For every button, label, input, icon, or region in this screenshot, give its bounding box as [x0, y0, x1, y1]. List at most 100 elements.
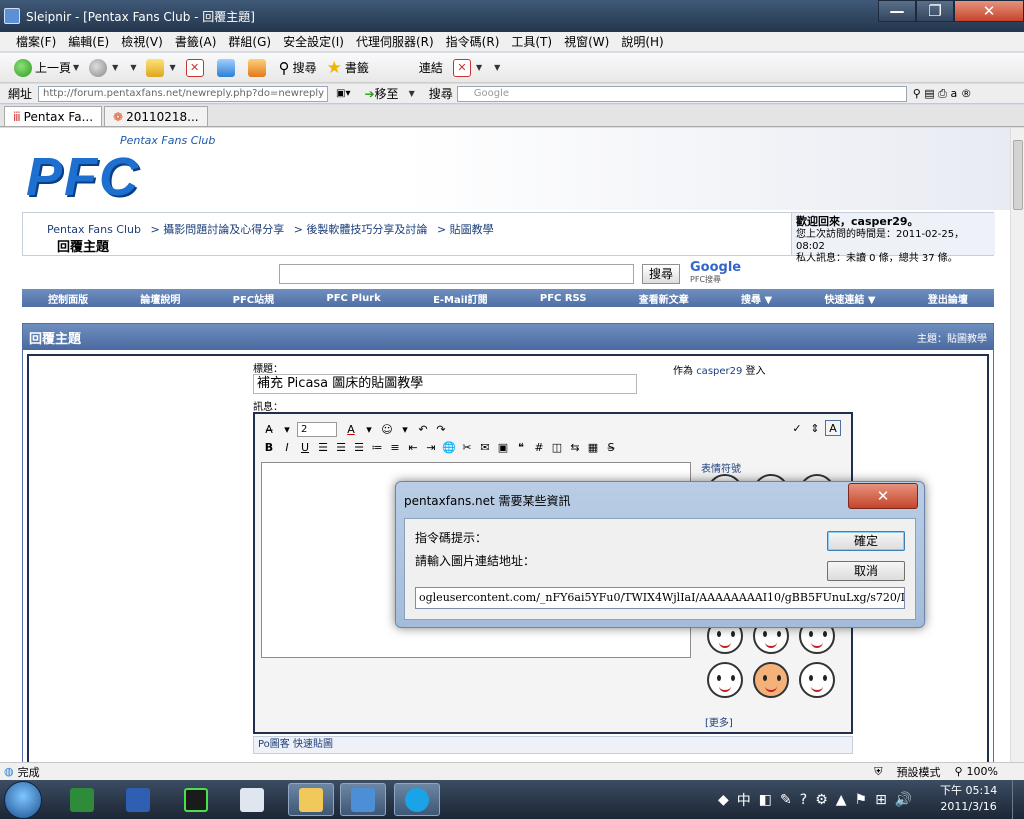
nav-search[interactable]: 搜尋 ▼	[741, 291, 772, 306]
insert-link-icon[interactable]: 🌐	[441, 439, 457, 455]
nav-new-posts[interactable]: 查看新文章	[639, 291, 689, 306]
nav-plurk[interactable]: PFC Plurk	[326, 293, 380, 304]
menu-file[interactable]: 檔案(F)	[16, 33, 56, 50]
go-button[interactable]: 移至	[375, 85, 399, 102]
new-page-button[interactable]: ▼	[0, 63, 1010, 815]
strike-icon[interactable]: S̶	[603, 439, 619, 455]
unordered-list-icon[interactable]: ≡	[387, 439, 403, 455]
dropdown-caret-icon[interactable]: ▼	[112, 63, 118, 72]
start-button[interactable]	[4, 781, 42, 819]
redo-icon[interactable]: ↷	[433, 421, 449, 437]
switch-mode-icon[interactable]: A	[825, 420, 841, 436]
nav-control-panel[interactable]: 控制面版	[48, 291, 88, 306]
dialog-close-button[interactable]: ✕	[848, 483, 918, 509]
dropdown-caret-icon[interactable]: ▼	[409, 89, 415, 98]
dropdown-caret-icon[interactable]: ▼	[73, 63, 79, 72]
username-link[interactable]: casper29	[696, 366, 742, 377]
smiley-item[interactable]	[799, 662, 835, 698]
subject-input[interactable]: 補充 Picasa 圖床的貼圖教學	[253, 374, 637, 394]
menu-proxy[interactable]: 代理伺服器(R)	[356, 33, 434, 50]
italic-icon[interactable]: I	[279, 439, 295, 455]
nav-rss[interactable]: PFC RSS	[540, 293, 587, 304]
show-desktop-button[interactable]	[1012, 780, 1024, 819]
html-icon[interactable]: ◫	[549, 439, 565, 455]
rss-icon[interactable]: ▣▾	[336, 88, 350, 99]
nav-quick-links[interactable]: 快速連結 ▼	[824, 291, 875, 306]
menu-bookmarks[interactable]: 書籤(A)	[175, 33, 217, 50]
quote-icon[interactable]: ❝	[513, 439, 529, 455]
pfc-logo[interactable]: PFC	[26, 146, 140, 208]
home-button[interactable]	[247, 58, 269, 77]
align-left-icon[interactable]: ☰	[315, 439, 331, 455]
close-window-button[interactable]: ✕	[954, 0, 1024, 22]
cancel-button[interactable]: 取消	[827, 561, 905, 581]
menu-edit[interactable]: 編輯(E)	[68, 33, 109, 50]
minimize-button[interactable]: —	[878, 0, 916, 22]
security-icon[interactable]: ⛨	[874, 765, 882, 779]
site-search-input[interactable]	[279, 264, 634, 284]
nav-email[interactable]: E-Mail訂閱	[433, 291, 488, 306]
menu-help[interactable]: 說明(H)	[621, 33, 663, 50]
tray-settings-icon[interactable]: ⚙	[815, 792, 828, 808]
nav-help[interactable]: 論壇說明	[140, 291, 180, 306]
quick-image-link[interactable]: Po圖客 快速貼圖	[253, 736, 853, 754]
remove-format-icon[interactable]: A̶	[261, 421, 277, 437]
tab-pentax-fans[interactable]: ⅲ Pentax Fa...	[4, 106, 103, 126]
mode-indicator[interactable]: 預設模式	[896, 764, 940, 780]
dropdown-caret-icon[interactable]: ▼	[169, 63, 175, 72]
dropdown-caret-icon[interactable]: ▼	[130, 63, 136, 72]
taskbar-skype[interactable]	[394, 783, 440, 816]
bookmarks-button[interactable]: ★ 書籤	[327, 58, 369, 78]
php-icon[interactable]: ⇆	[567, 439, 583, 455]
tray-pen-icon[interactable]: ✎	[780, 792, 792, 808]
stop-button[interactable]: ✕	[185, 58, 207, 77]
refresh-button[interactable]	[216, 58, 238, 77]
color-dropdown-icon[interactable]: ▾	[361, 421, 377, 437]
up-button[interactable]: ▼	[146, 58, 176, 77]
smiley-item[interactable]	[707, 662, 743, 698]
font-color-icon[interactable]: A	[343, 421, 359, 437]
tray-help-icon[interactable]: ?	[800, 792, 807, 808]
taskbar-folder[interactable]	[288, 783, 334, 816]
align-right-icon[interactable]: ☰	[351, 439, 367, 455]
image-url-input[interactable]: ogleusercontent.com/_nFY6ai5YFu0/TWIX4Wj…	[415, 587, 905, 609]
action-center-flag-icon[interactable]: ⚑	[855, 792, 868, 808]
font-dropdown-icon[interactable]: ▾	[279, 421, 295, 437]
scrollbar-thumb[interactable]	[1013, 140, 1023, 210]
nav-rules[interactable]: PFC站規	[233, 291, 275, 306]
block-button[interactable]: ✕ ▼	[452, 58, 482, 77]
indent-icon[interactable]: ⇥	[423, 439, 439, 455]
more-smileys-link[interactable]: [更多]	[705, 714, 733, 729]
smiley-item[interactable]	[753, 662, 789, 698]
network-icon[interactable]: ⊞	[875, 792, 887, 808]
taskbar-word[interactable]	[120, 783, 156, 816]
web-search-input[interactable]: Google	[456, 85, 907, 102]
nav-logout[interactable]: 登出論壇	[928, 291, 968, 306]
ime-mode-icon[interactable]: ◧	[759, 792, 772, 808]
zoom-level[interactable]: 100%	[967, 765, 998, 778]
taskbar-sleipnir[interactable]	[340, 783, 386, 816]
breadcrumb-tutorial[interactable]: > 貼圖教學	[437, 223, 494, 236]
breadcrumb-postprocessing[interactable]: > 後製軟體技巧分享及討論	[294, 223, 428, 236]
forward-button[interactable]: ▼	[89, 58, 118, 77]
align-center-icon[interactable]: ☰	[333, 439, 349, 455]
system-clock[interactable]: 下午 05:14 2011/3/16	[940, 783, 997, 815]
unlink-icon[interactable]: ✂	[459, 439, 475, 455]
page-scrollbar[interactable]	[1010, 128, 1024, 762]
links-button[interactable]: 連結	[419, 59, 443, 76]
table-icon[interactable]: ▦	[585, 439, 601, 455]
menu-window[interactable]: 視窗(W)	[564, 33, 609, 50]
back-button[interactable]: 上一頁 ▼	[14, 58, 79, 77]
smiley-icon[interactable]: ☺	[379, 421, 395, 437]
smiley-dropdown-icon[interactable]: ▾	[397, 421, 413, 437]
font-size-select[interactable]: 2	[297, 421, 337, 437]
ordered-list-icon[interactable]: ≔	[369, 439, 385, 455]
url-input[interactable]: http://forum.pentaxfans.net/newreply.php…	[38, 85, 329, 102]
private-messages-link[interactable]: 私人訊息：未讀 0 條，總共 37 條。	[796, 253, 958, 264]
site-search-button[interactable]: 搜尋	[642, 264, 681, 284]
search-tools-icon[interactable]: ⚲ ▤ ⎙ a ®	[913, 87, 972, 101]
breadcrumb-photography[interactable]: > 攝影問題討論及心得分享	[151, 223, 285, 236]
ok-button[interactable]: 確定	[827, 531, 905, 551]
spellcheck-icon[interactable]: ✓	[789, 420, 805, 436]
menu-view[interactable]: 檢視(V)	[121, 33, 163, 50]
